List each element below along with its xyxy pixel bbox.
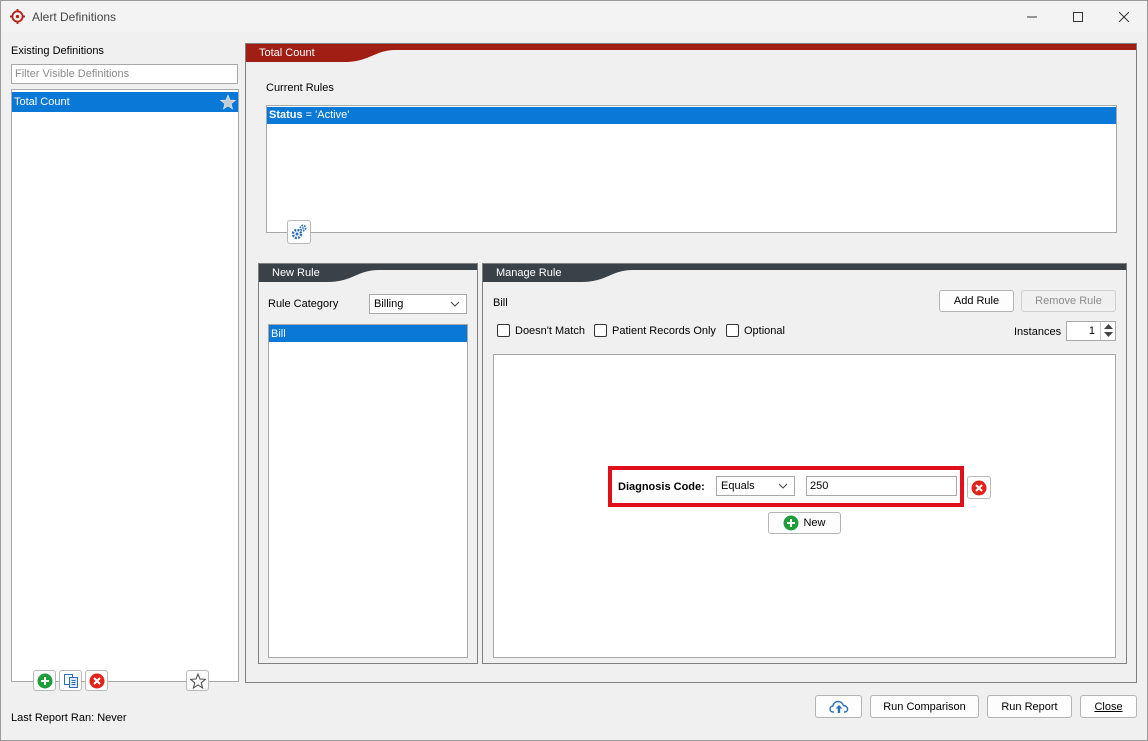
window-title: Alert Definitions xyxy=(32,10,117,24)
definition-tab-label: Total Count xyxy=(259,47,315,59)
chevron-down-icon xyxy=(450,301,460,307)
run-report-label: Run Report xyxy=(1001,700,1058,713)
instances-spinner[interactable]: 1 xyxy=(1066,321,1116,341)
filter-definitions-input[interactable]: Filter Visible Definitions xyxy=(11,64,238,84)
definition-panel: Total Count Current Rules Status = 'Acti… xyxy=(245,43,1137,683)
add-rule-button[interactable]: Add Rule xyxy=(939,290,1014,312)
patient-records-only-checkbox[interactable]: Patient Records Only xyxy=(594,324,716,337)
run-comparison-label: Run Comparison xyxy=(883,700,966,713)
chevron-down-icon xyxy=(778,483,788,489)
gears-icon xyxy=(291,224,307,240)
remove-criterion-button[interactable] xyxy=(967,476,991,499)
doesnt-match-checkbox[interactable]: Doesn't Match xyxy=(497,324,585,337)
title-bar: Alert Definitions xyxy=(1,1,1147,32)
current-rules-list[interactable]: Status = 'Active' xyxy=(266,105,1117,233)
run-report-button[interactable]: Run Report xyxy=(987,695,1072,718)
star-outline-icon xyxy=(189,672,206,689)
manage-rule-tab-label: Manage Rule xyxy=(496,267,562,279)
minimize-icon xyxy=(1027,16,1037,17)
rule-expression: = 'Active' xyxy=(302,109,350,121)
manage-rule-panel: Manage Rule Bill Add Rule Remove Rule Do… xyxy=(482,263,1127,664)
tab-background xyxy=(483,264,1126,282)
last-report-status: Last Report Ran: Never xyxy=(11,712,127,724)
filter-placeholder: Filter Visible Definitions xyxy=(15,68,130,80)
rule-type-label: Bill xyxy=(271,328,286,340)
doesnt-match-label: Doesn't Match xyxy=(515,324,585,337)
rule-field: Status xyxy=(269,109,303,121)
maximize-button[interactable] xyxy=(1055,1,1101,32)
favorite-filter-button[interactable] xyxy=(186,670,209,691)
new-criterion-button[interactable]: New xyxy=(768,512,841,534)
list-item[interactable]: Bill xyxy=(269,325,467,342)
spinner-arrows[interactable] xyxy=(1100,322,1115,340)
cloud-upload-icon xyxy=(828,700,848,713)
copy-definition-button[interactable] xyxy=(59,670,82,691)
delete-icon xyxy=(971,480,987,495)
criterion-value-input[interactable]: 250 xyxy=(806,476,957,496)
add-icon xyxy=(37,673,52,688)
criterion-value: 250 xyxy=(810,480,829,492)
close-button[interactable]: Close xyxy=(1080,695,1137,718)
criterion-highlight: Diagnosis Code: Equals 250 xyxy=(608,466,964,507)
optional-checkbox[interactable]: Optional xyxy=(726,324,785,337)
optional-label: Optional xyxy=(744,324,785,337)
rule-category-label: Rule Category xyxy=(268,298,339,310)
spinner-down-icon[interactable] xyxy=(1104,332,1113,338)
list-item[interactable]: Total Count xyxy=(12,92,238,112)
new-criterion-label: New xyxy=(803,517,826,529)
criterion-operator-value: Equals xyxy=(721,480,755,492)
add-rule-label: Add Rule xyxy=(953,295,1000,307)
checkbox-box[interactable] xyxy=(497,324,510,337)
rule-settings-button[interactable] xyxy=(287,220,311,244)
rule-category-value: Billing xyxy=(374,298,404,310)
upload-button[interactable] xyxy=(815,695,862,718)
run-comparison-button[interactable]: Run Comparison xyxy=(870,695,979,718)
existing-definitions-heading: Existing Definitions xyxy=(11,45,104,57)
remove-rule-label: Remove Rule xyxy=(1035,295,1102,307)
manage-rule-tab-header: Manage Rule xyxy=(483,264,1126,282)
instances-value: 1 xyxy=(1088,325,1095,337)
new-rule-panel: New Rule Rule Category Billing Bill xyxy=(258,263,478,664)
app-logo-icon xyxy=(10,9,25,24)
favorite-star-icon[interactable] xyxy=(220,94,236,110)
maximize-icon xyxy=(1073,11,1083,22)
checkbox-box[interactable] xyxy=(594,324,607,337)
delete-icon xyxy=(89,673,104,688)
rule-types-list[interactable]: Bill xyxy=(268,324,468,658)
close-window-button[interactable] xyxy=(1101,1,1147,32)
tab-background xyxy=(246,44,1136,62)
current-rules-label: Current Rules xyxy=(266,82,334,94)
definition-tab-header: Total Count xyxy=(246,44,1136,62)
close-label: Close xyxy=(1094,700,1123,713)
checkbox-box[interactable] xyxy=(726,324,739,337)
rule-category-select[interactable]: Billing xyxy=(369,294,467,314)
instances-label: Instances xyxy=(1014,326,1062,338)
rule-criteria-area: Diagnosis Code: Equals 250 New xyxy=(493,354,1116,658)
criterion-label: Diagnosis Code: xyxy=(618,481,705,493)
delete-definition-button[interactable] xyxy=(85,670,108,691)
patient-records-only-label: Patient Records Only xyxy=(612,324,716,337)
remove-rule-button[interactable]: Remove Rule xyxy=(1021,290,1116,312)
definition-label: Total Count xyxy=(14,96,70,108)
rule-row[interactable]: Status = 'Active' xyxy=(267,107,1116,124)
definitions-list[interactable]: Total Count xyxy=(11,89,239,682)
new-rule-tab-header: New Rule xyxy=(259,264,477,282)
copy-icon xyxy=(63,673,78,688)
close-icon xyxy=(1119,11,1129,22)
rule-name-label: Bill xyxy=(493,297,508,309)
spinner-up-icon[interactable] xyxy=(1104,324,1113,330)
add-icon xyxy=(783,515,799,531)
add-definition-button[interactable] xyxy=(33,670,56,691)
new-rule-tab-label: New Rule xyxy=(272,267,320,279)
minimize-button[interactable] xyxy=(1009,1,1055,32)
criterion-operator-select[interactable]: Equals xyxy=(716,476,795,496)
alert-definitions-window: Alert Definitions Existing Definitions F… xyxy=(0,0,1148,741)
